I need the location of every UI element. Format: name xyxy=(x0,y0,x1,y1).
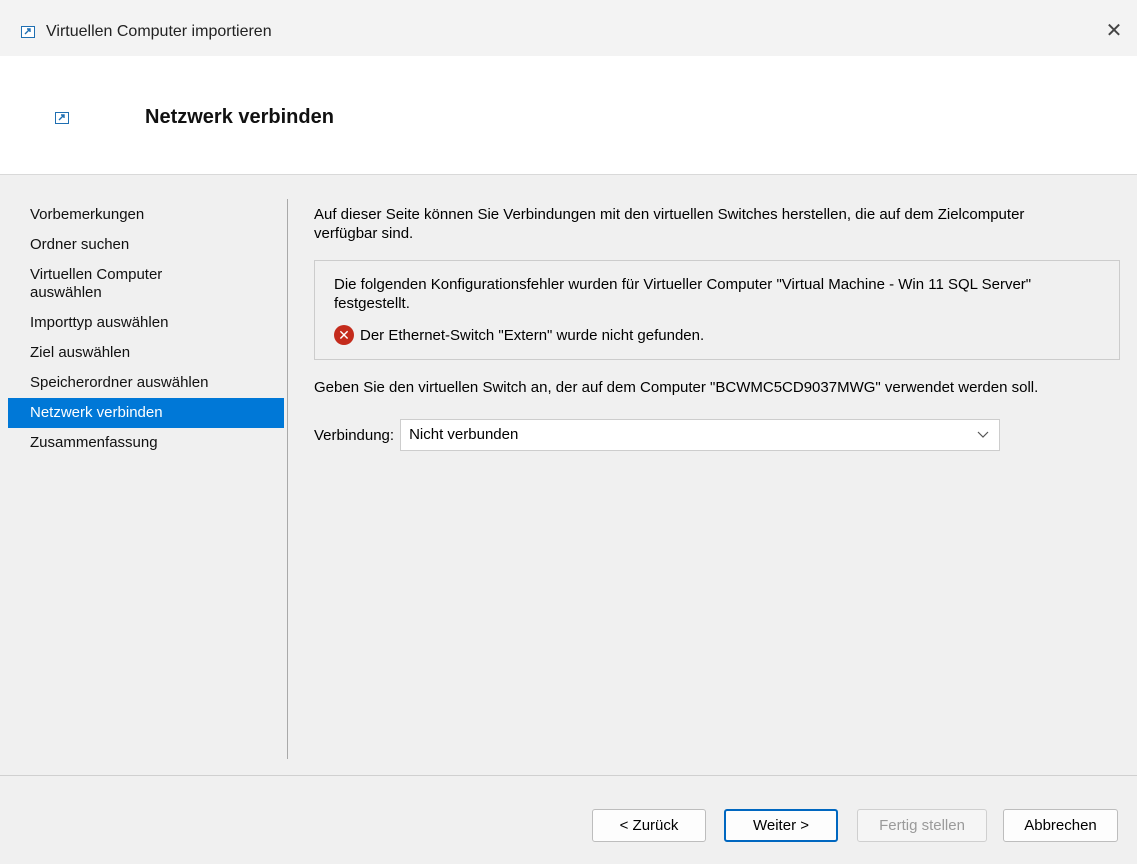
page-header: Netzwerk verbinden xyxy=(0,56,1137,175)
page-title: Netzwerk verbinden xyxy=(145,106,334,128)
switch-prompt: Geben Sie den virtuellen Switch an, der … xyxy=(314,379,1039,396)
nav-item-netzwerk-verbinden[interactable]: Netzwerk verbinden xyxy=(8,398,284,428)
nav-item-ziel-auswaehlen[interactable]: Ziel auswählen xyxy=(8,338,284,368)
connection-row: Verbindung: Nicht verbunden xyxy=(314,419,1119,451)
wizard-step-nav: Vorbemerkungen Ordner suchen Virtuellen … xyxy=(8,200,284,458)
nav-item-ordner-suchen[interactable]: Ordner suchen xyxy=(8,230,284,260)
next-button[interactable]: Weiter > xyxy=(724,809,838,842)
nav-item-virtuellen-computer-auswaehlen[interactable]: Virtuellen Computer auswählen xyxy=(8,260,220,308)
cancel-button[interactable]: Abbrechen xyxy=(1003,809,1118,842)
connection-select[interactable]: Nicht verbunden xyxy=(400,419,1001,451)
nav-item-vorbemerkungen[interactable]: Vorbemerkungen xyxy=(8,200,284,230)
chevron-down-icon[interactable] xyxy=(977,420,989,460)
title-bar: Virtuellen Computer importieren ✕ xyxy=(0,8,1137,56)
error-item-text: Der Ethernet-Switch "Extern" wurde nicht… xyxy=(360,326,705,344)
nav-item-zusammenfassung[interactable]: Zusammenfassung xyxy=(8,428,284,458)
wizard-body: Vorbemerkungen Ordner suchen Virtuellen … xyxy=(0,175,1137,775)
error-box: Die folgenden Konfigurationsfehler wurde… xyxy=(314,260,1120,360)
close-icon[interactable]: ✕ xyxy=(1106,18,1123,43)
main-content: Auf dieser Seite können Sie Verbindungen… xyxy=(314,205,1120,451)
connection-label: Verbindung: xyxy=(314,426,395,444)
wizard-footer: < Zurück Weiter > Fertig stellen Abbrech… xyxy=(0,775,1137,864)
import-vm-icon xyxy=(21,26,35,38)
close-button[interactable]: ✕ xyxy=(1091,8,1137,52)
connection-value: Nicht verbunden xyxy=(409,426,519,443)
intro-text: Auf dieser Seite können Sie Verbindungen… xyxy=(314,206,1025,242)
back-button[interactable]: < Zurück xyxy=(592,809,706,842)
vertical-divider xyxy=(287,199,288,759)
nav-item-speicherordner-auswaehlen[interactable]: Speicherordner auswählen xyxy=(8,368,284,398)
finish-button[interactable]: Fertig stellen xyxy=(857,809,987,842)
window-title: Virtuellen Computer importieren xyxy=(46,23,272,40)
import-vm-icon xyxy=(55,112,69,124)
error-line: ✕ Der Ethernet-Switch "Extern" wurde nic… xyxy=(334,325,1101,345)
nav-item-importtyp-auswaehlen[interactable]: Importtyp auswählen xyxy=(8,308,284,338)
error-message: Die folgenden Konfigurationsfehler wurde… xyxy=(334,276,1032,312)
error-icon: ✕ xyxy=(334,325,354,345)
